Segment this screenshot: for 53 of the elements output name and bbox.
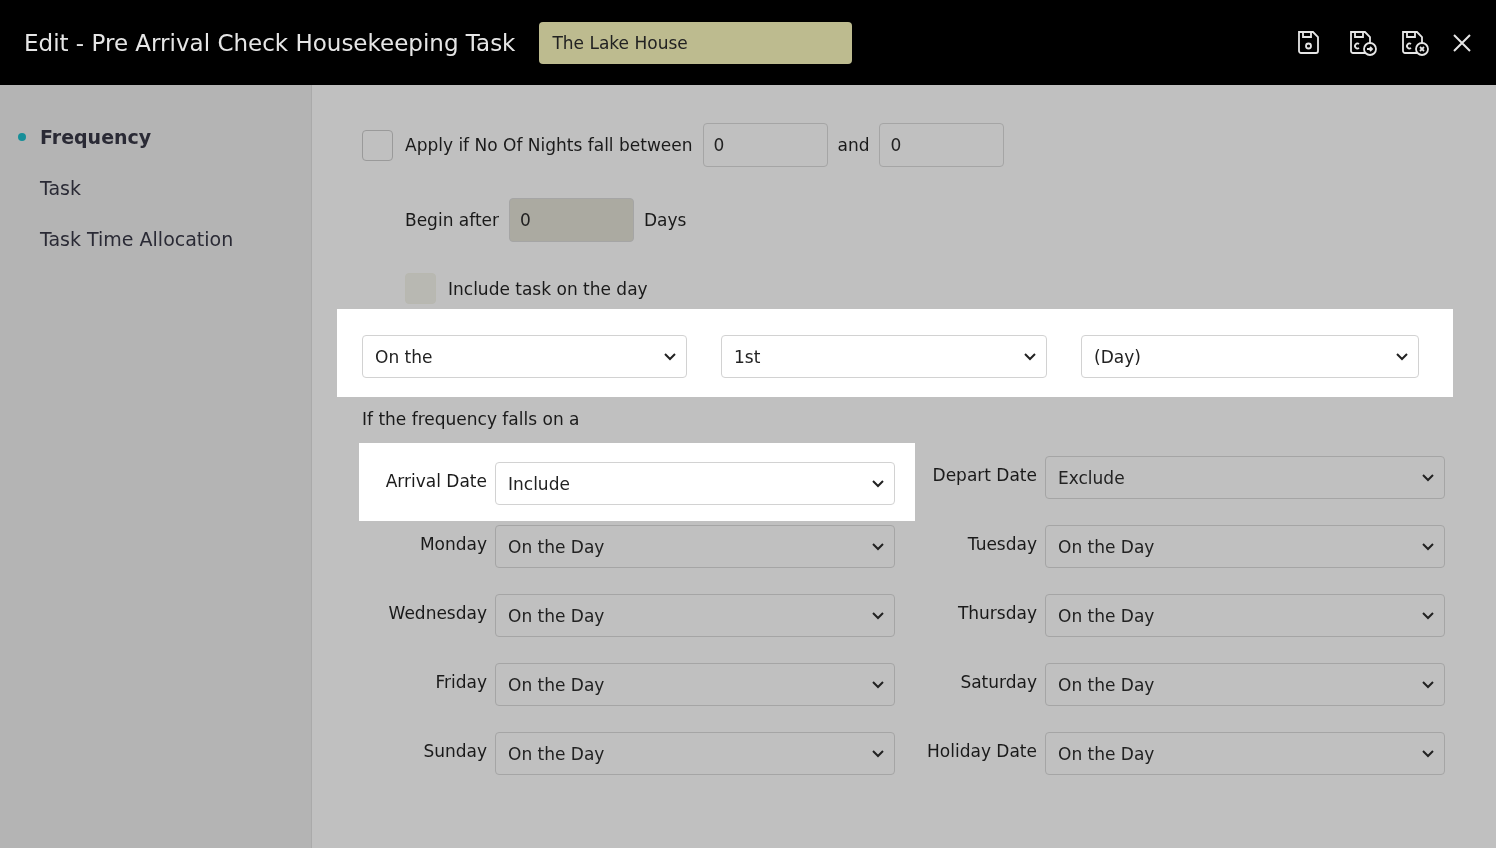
chevron-down-icon — [872, 611, 884, 620]
nights-label: Apply if No Of Nights fall between — [405, 135, 693, 155]
field-label: Sunday — [422, 740, 487, 761]
chevron-down-icon — [872, 680, 884, 689]
input-field[interactable]: 0 — [702, 123, 828, 167]
sidebar-item[interactable]: Frequency — [0, 111, 311, 162]
dropdown[interactable]: On the Day — [1045, 732, 1445, 775]
dropdown[interactable]: (Day) — [1081, 335, 1419, 378]
chevron-down-icon — [1024, 352, 1036, 361]
chevron-down-icon — [1422, 749, 1434, 758]
chevron-down-icon — [1422, 680, 1434, 689]
save-and-next-icon[interactable] — [1348, 28, 1378, 57]
property-badge: The Lake House — [539, 21, 853, 64]
chevron-down-icon — [872, 749, 884, 758]
chevron-down-icon — [1396, 352, 1408, 361]
checkbox[interactable] — [362, 129, 393, 161]
field-label: Thursday — [956, 602, 1037, 623]
dropdown[interactable]: On the Day — [495, 663, 895, 706]
dropdown[interactable]: On the Day — [1045, 663, 1445, 706]
field-label: Wednesday — [387, 602, 487, 623]
section-heading: If the frequency falls on a — [362, 409, 581, 429]
dropdown[interactable]: On the Day — [1045, 525, 1445, 568]
dropdown[interactable]: Include — [495, 462, 895, 505]
chevron-down-icon — [872, 542, 884, 551]
field-label: Tuesday — [966, 533, 1037, 554]
dropdown[interactable]: On the — [362, 335, 687, 378]
dropdown[interactable]: On the Day — [495, 594, 895, 637]
dropdown[interactable]: Exclude — [1045, 456, 1445, 499]
begin-after-label: Begin after — [405, 210, 500, 230]
input-field[interactable]: 0 — [879, 123, 1005, 167]
field-label: Saturday — [959, 671, 1037, 692]
field-label: Arrival Date — [384, 470, 487, 491]
and-label: and — [837, 135, 870, 155]
chevron-down-icon — [872, 479, 884, 488]
field-label: Holiday Date — [926, 740, 1037, 761]
dropdown[interactable]: On the Day — [1045, 594, 1445, 637]
chevron-down-icon — [1422, 542, 1434, 551]
days-label: Days — [644, 210, 687, 230]
close-icon[interactable] — [1452, 32, 1472, 53]
sidebar-item[interactable]: Task Time Allocation — [0, 213, 311, 264]
chevron-down-icon — [664, 352, 676, 361]
save-and-close-icon[interactable] — [1400, 28, 1430, 57]
dropdown[interactable]: 1st — [721, 335, 1047, 378]
dropdown[interactable]: On the Day — [495, 525, 895, 568]
field-label: Monday — [418, 533, 487, 554]
window-title: Edit - Pre Arrival Check Housekeeping Task — [24, 29, 516, 56]
include-task-label: Include task on the day — [448, 278, 648, 299]
chevron-down-icon — [1422, 473, 1434, 482]
field-label: Depart Date — [931, 464, 1037, 485]
chevron-down-icon — [1422, 611, 1434, 620]
sidebar-item[interactable]: Task — [0, 162, 311, 213]
dropdown[interactable]: On the Day — [495, 732, 895, 775]
field-label: Friday — [434, 671, 487, 692]
